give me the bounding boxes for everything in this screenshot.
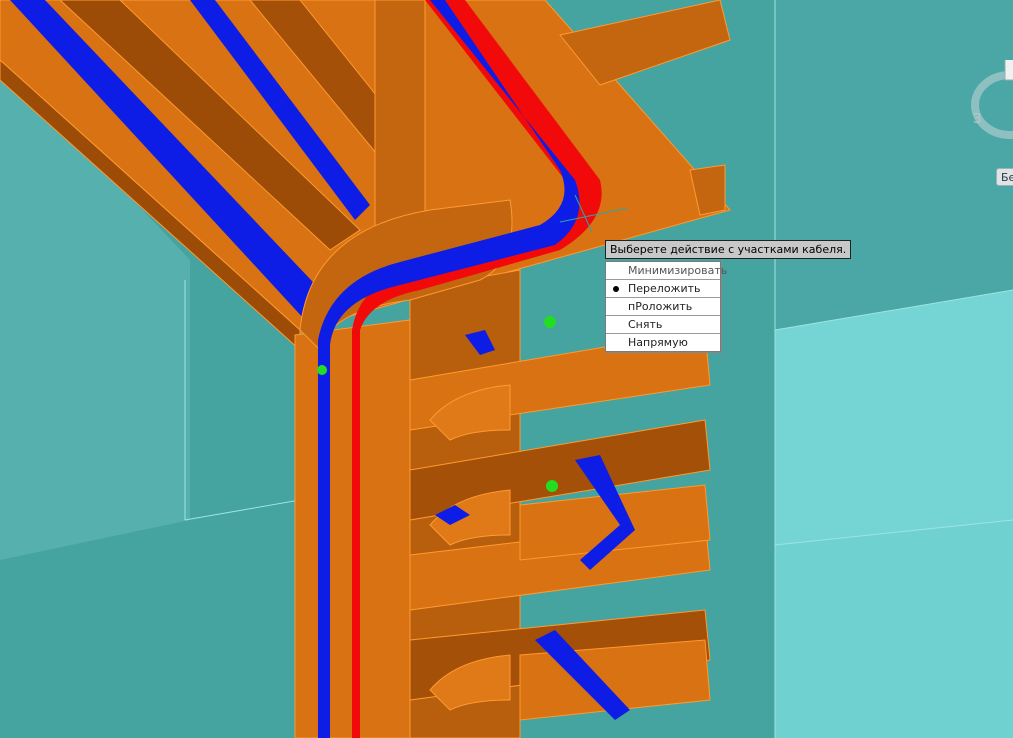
vertical-post: [374, 0, 426, 231]
menu-item-direct[interactable]: Напрямую: [606, 334, 720, 351]
viewcube-compass[interactable]: [970, 60, 1013, 160]
cable-action-menu[interactable]: Минимизировать Переложить пРоложить Снят…: [605, 261, 727, 352]
background-right-panel: [775, 0, 1013, 330]
menu-item-label: Напрямую: [628, 336, 688, 349]
action-tooltip: Выберете действие с участками кабеля.: [605, 240, 852, 259]
menu-item-label: Минимизировать: [628, 264, 728, 277]
menu-item-label: Снять: [628, 318, 663, 331]
connection-marker[interactable]: [546, 480, 558, 492]
menu-item-remove[interactable]: Снять: [606, 316, 720, 334]
menu-item-minimize[interactable]: Минимизировать: [606, 262, 727, 280]
model-viewport[interactable]: З Бе Выберете действие с участками кабел…: [0, 0, 1013, 738]
cable-tray-3d-scene[interactable]: [0, 0, 1013, 738]
compass-west-label: З: [973, 112, 982, 127]
menu-item-relay[interactable]: Переложить: [606, 280, 720, 298]
view-mode-button[interactable]: Бе: [996, 168, 1013, 186]
background-panel-lower: [775, 520, 1013, 738]
menu-item-route[interactable]: пРоложить: [606, 298, 720, 316]
connection-marker[interactable]: [544, 316, 556, 328]
menu-item-label: пРоложить: [628, 300, 693, 313]
connection-marker[interactable]: [317, 365, 327, 375]
selected-bullet-icon: [613, 286, 619, 292]
menu-item-label: Переложить: [628, 282, 701, 295]
viewcube-icon: [1004, 60, 1013, 81]
